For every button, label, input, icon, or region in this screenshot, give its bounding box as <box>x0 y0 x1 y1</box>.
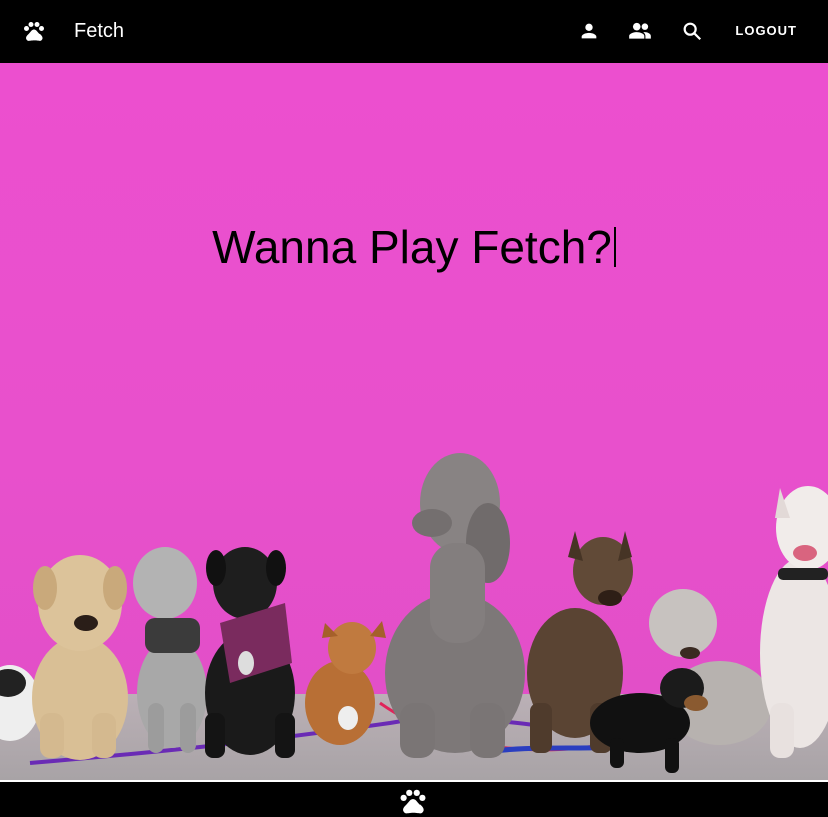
paw-icon <box>400 789 426 814</box>
hero-headline-text: Wanna Play Fetch? <box>212 221 612 273</box>
search-icon <box>683 22 702 41</box>
dogs-photo <box>0 453 828 773</box>
paw-icon[interactable] <box>22 19 46 43</box>
logout-button[interactable]: LOGOUT <box>735 22 797 40</box>
hero-headline: Wanna Play Fetch? <box>0 219 828 275</box>
person-icon <box>581 23 597 39</box>
people-icon <box>629 22 651 39</box>
friends-button[interactable] <box>627 18 653 44</box>
app-title: Fetch <box>74 20 125 42</box>
footer-bar <box>0 780 828 817</box>
text-caret <box>613 227 616 267</box>
profile-button[interactable] <box>576 18 602 44</box>
app-bar: Fetch LOGOUT <box>0 0 828 63</box>
search-button[interactable] <box>679 18 705 44</box>
hero-banner: Wanna Play Fetch? <box>0 63 828 780</box>
